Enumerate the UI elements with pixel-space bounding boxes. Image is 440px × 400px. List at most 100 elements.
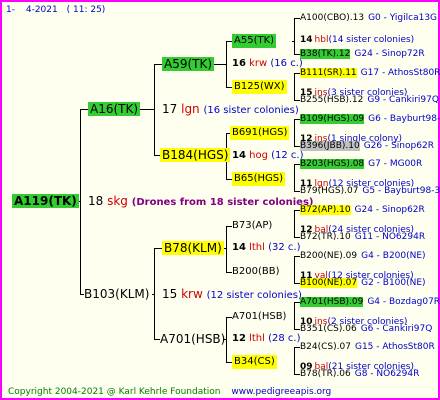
connector [294, 73, 295, 101]
gen3-queen-1[interactable]: A55(TK) [232, 34, 277, 48]
gen4-queen[interactable]: B72(TR).10 G11 - NO6294R [300, 230, 425, 244]
gen4-queen-info: G4 - B200(NE) [361, 251, 426, 261]
gen4-queen[interactable]: B351(CS).06 G6 - Cankiri97Q [300, 322, 432, 336]
gen4-queen[interactable]: B100(NE).07 G2 - B100(NE) [300, 276, 426, 290]
connector [154, 64, 162, 65]
gen3-queen-5[interactable]: B73(AP) [232, 219, 272, 233]
g2-abbr: lgn [181, 102, 200, 116]
gen4-queen-name: B72(AP).10 [300, 205, 351, 215]
gen4-queen-name: A100(CBO).13 [300, 13, 365, 23]
gen4-queen[interactable]: B79(HGS).07 G5 - Bayburt98-3 [300, 184, 440, 198]
gen3-queen-4[interactable]: B65(HGS) [232, 172, 286, 186]
gen4-queen-info: G2 - B100(NE) [361, 278, 426, 288]
gen4-queen-name: B203(HGS).08 [300, 159, 365, 169]
g2-num: 17 [162, 102, 178, 116]
gen4-queen-name: B79(HGS).07 [300, 186, 359, 196]
g3-abbr-3: lthl [249, 242, 265, 253]
gen4-queen[interactable]: B38(TK).12 G24 - Sinop72R [300, 47, 425, 61]
gen4-queen-name: B100(NE).07 [300, 278, 358, 288]
gen4-queen-info: G6 - Bayburt98-3 [368, 114, 440, 124]
connector [294, 119, 295, 147]
gen2-queen-1[interactable]: A59(TK) [162, 57, 215, 71]
gen4-queen-info: G9 - Cankiri97Q [367, 95, 439, 105]
gen1-drone-info: 15 krw (12 sister colonies) [162, 287, 302, 303]
gen4-queen-info: G26 - Sinop62R [363, 141, 434, 151]
gen4-queen[interactable]: B396(JBB).10 G26 - Sinop62R [300, 139, 434, 153]
gen4-queen-name: B38(TK).12 [300, 49, 351, 59]
connector [226, 317, 227, 363]
g3-note-4: (28 c.) [268, 333, 301, 344]
gen3-drone-info-1: 16 krw (16 c.) [232, 57, 303, 71]
gen3-drone-info-4: 12 lthl (28 c.) [232, 332, 301, 346]
g3-num-4: 12 [232, 333, 246, 344]
gen4-queen-name: B255(HSB).12 [300, 95, 364, 105]
gen4-queen[interactable]: B111(SR).11 G17 - AthosSt80R [300, 66, 440, 80]
gen4-queen-name: B72(TR).10 [300, 232, 351, 242]
root-num: 18 [88, 194, 104, 208]
gen4-queen-name: B200(NE).09 [300, 251, 358, 261]
header: 1- 4-2021 ( 11: 25) [6, 3, 105, 17]
gen4-queen-info: G17 - AthosSt80R [360, 68, 440, 78]
connector [294, 302, 295, 330]
g3-abbr-2: hog [249, 150, 268, 161]
gen2-drone-info: 17 lgn (16 sister colonies) [162, 102, 299, 118]
gen4-queen-name: B109(HGS).09 [300, 114, 365, 124]
g1-note: (12 sister colonies) [206, 290, 302, 301]
header-num: 1- [6, 5, 15, 15]
connector [294, 347, 295, 375]
connector [226, 226, 227, 273]
gen4-drone-info: 14 hbl(14 sister colonies) [300, 33, 414, 47]
gen3-queen-3[interactable]: B691(HGS) [230, 126, 290, 140]
gen4-queen[interactable]: A701(HSB).09 G4 - Bozdag07R [300, 295, 440, 309]
gen1-queen-2[interactable]: B103(KLM) [84, 287, 149, 301]
gen4-queen-info: G24 - Sinop62R [354, 205, 425, 215]
gen1-queen-1[interactable]: A16(TK) [88, 102, 141, 116]
gen4-queen[interactable]: B255(HSB).12 G9 - Cankiri97Q [300, 93, 439, 107]
gen4-queen-info: G7 - MG00R [368, 159, 423, 169]
connector [80, 109, 88, 110]
gen4-queen-name: B396(JBB).10 [300, 141, 360, 151]
gen3-queen-7[interactable]: A701(HSB) [232, 310, 286, 324]
root-queen[interactable]: A119(TK) [12, 194, 79, 208]
connector [152, 294, 155, 295]
gen2-queen-4[interactable]: A701(HSB) [160, 332, 225, 346]
gen4-queen-info: G8 - NO6294R [354, 369, 420, 379]
connector [294, 210, 295, 238]
g1-abbr: krw [181, 287, 203, 301]
root-note: (Drones from 18 sister colonies) [131, 197, 314, 208]
gen4-queen[interactable]: B72(AP).10 G24 - Sinop62R [300, 203, 425, 217]
connector [154, 64, 155, 156]
gen3-queen-6[interactable]: B200(BB) [232, 265, 279, 279]
g3-num-3: 14 [232, 242, 246, 253]
gen4-queen[interactable]: B200(NE).09 G4 - B200(NE) [300, 249, 426, 263]
gen3-queen-8[interactable]: B34(CS) [232, 355, 277, 369]
gen4-queen-name: B78(TR).06 [300, 369, 351, 379]
g1-num: 15 [162, 287, 178, 301]
gen2-queen-3[interactable]: B78(KLM) [162, 241, 224, 255]
gen4-queen[interactable]: B24(CS).07 G15 - AthosSt80R [300, 340, 435, 354]
connector [80, 109, 81, 295]
gen4-queen-info: G6 - Cankiri97Q [360, 324, 433, 334]
gen4-queen-name: B111(SR).11 [300, 68, 357, 78]
gen4-queen-info: G11 - NO6294R [354, 232, 426, 242]
g3-abbr-4: lthl [249, 333, 265, 344]
g3-note-2: (12 c.) [271, 150, 304, 161]
g3-note-3: (32 c.) [268, 242, 301, 253]
connector [294, 164, 295, 192]
root-abbr: skg [107, 194, 128, 208]
g3-num-2: 14 [232, 150, 246, 161]
footer-site[interactable]: www.pedigreeapis.org [231, 387, 331, 397]
gen4-queen-info: G24 - Sinop72R [354, 49, 425, 59]
gen3-queen-2[interactable]: B125(WX) [232, 80, 287, 94]
gen2-queen-2[interactable]: B184(HGS) [160, 148, 231, 162]
gen4-queen[interactable]: B109(HGS).09 G6 - Bayburt98-3 [300, 112, 440, 126]
gen4-queen-name: B24(CS).07 [300, 342, 351, 352]
g3-note-1: (16 c.) [270, 58, 303, 69]
pedigree-frame: 1- 4-2021 ( 11: 25) A119(TK) 18 skg (Dro… [0, 0, 440, 400]
gen4-queen[interactable]: A100(CBO).13 G0 - Yigilca13G [300, 11, 437, 25]
gen4-queen-info: G15 - AthosSt80R [354, 342, 435, 352]
gen4-queen[interactable]: B78(TR).06 G8 - NO6294R [300, 367, 419, 381]
connector [292, 41, 295, 42]
gen4-queen[interactable]: B203(HGS).08 G7 - MG00R [300, 157, 422, 171]
gen4-abbr: hbl [314, 35, 329, 45]
